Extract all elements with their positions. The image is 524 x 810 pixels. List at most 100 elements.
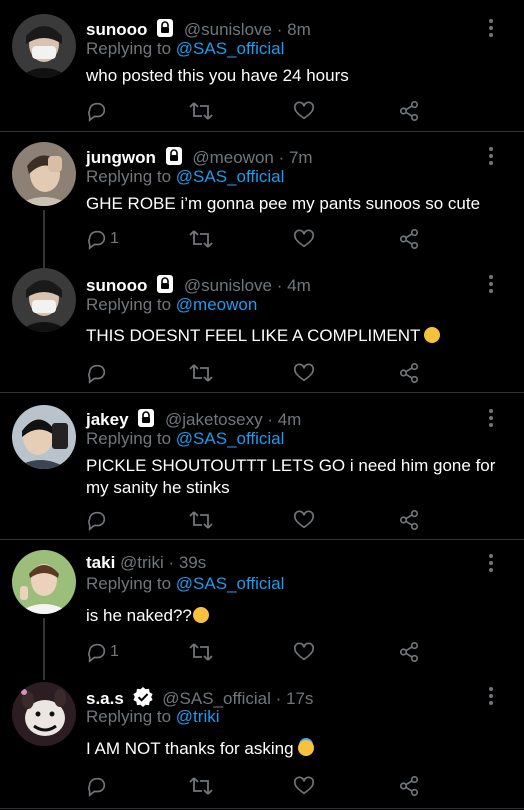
share-icon [399, 642, 419, 662]
avatar-sunooo[interactable] [12, 14, 76, 78]
timestamp[interactable]: · 8m [277, 20, 311, 39]
reply-button[interactable]: 1 [86, 640, 119, 664]
retweet-icon [189, 643, 213, 661]
retweet-button[interactable] [189, 640, 213, 664]
display-name[interactable]: s.a.s [86, 689, 124, 708]
like-button[interactable] [293, 508, 315, 532]
reply-button[interactable] [86, 361, 110, 385]
like-button[interactable] [293, 640, 315, 664]
display-name[interactable]: sunooo [86, 276, 147, 295]
share-button[interactable] [398, 99, 420, 123]
share-icon [399, 776, 419, 796]
replying-to: Replying to @SAS_official [86, 39, 285, 58]
tweet-text: THIS DOESNT FEEL LIKE A COMPLIMENT [86, 326, 421, 345]
more-icon[interactable] [482, 553, 500, 573]
handle[interactable]: @SAS_official [162, 689, 271, 708]
replying-to: Replying to @triki [86, 707, 220, 726]
replying-to-link[interactable]: @SAS_official [176, 167, 285, 186]
tweet-6[interactable]: s.a.s @SAS_official · 17s Replying to @t… [0, 674, 524, 810]
retweet-button[interactable] [189, 227, 213, 251]
tweet-text-row: I AM NOT thanks for asking [86, 738, 506, 760]
action-bar [86, 99, 506, 123]
share-button[interactable] [398, 361, 420, 385]
replying-to: Replying to @SAS_official [86, 429, 285, 448]
handle[interactable]: @jaketosexy [165, 410, 263, 429]
handle[interactable]: @triki [120, 553, 164, 572]
avatar-jakey[interactable] [12, 405, 76, 469]
retweet-icon [189, 777, 213, 795]
reply-button[interactable] [86, 774, 110, 798]
timestamp[interactable]: · 17s [276, 689, 314, 708]
avatar-sas[interactable] [12, 682, 76, 746]
reply-icon [88, 364, 106, 384]
reply-icon [88, 777, 106, 797]
retweet-icon [189, 102, 213, 120]
handle[interactable]: @meowon [192, 148, 274, 167]
tweet-1[interactable]: sunooo @sunislove · 8m Replying to @SAS_… [0, 0, 524, 132]
tweet-text: I AM NOT thanks for asking [86, 739, 294, 758]
handle[interactable]: @sunislove [184, 20, 272, 39]
replying-to: Replying to @SAS_official [86, 167, 285, 186]
tweet-text-row: is he naked?? [86, 605, 506, 627]
heart-icon [294, 776, 314, 795]
reply-button[interactable] [86, 99, 110, 123]
avatar-sunooo[interactable] [12, 268, 76, 332]
tweet-4[interactable]: jakey @jaketosexy · 4m Replying to @SAS_… [0, 393, 524, 539]
tweet-header: taki @triki · 39s [86, 553, 206, 573]
replying-to: Replying to @SAS_official [86, 574, 285, 593]
avatar-jungwon[interactable] [12, 142, 76, 206]
replying-to-link[interactable]: @meowon [176, 295, 258, 314]
replying-to-link[interactable]: @SAS_official [176, 39, 285, 58]
reply-icon [88, 230, 106, 250]
timestamp[interactable]: · 4m [277, 276, 311, 295]
display-name[interactable]: jakey [86, 410, 129, 429]
like-button[interactable] [293, 227, 315, 251]
tweet-text: PICKLE SHOUTOUTTT LETS GO i need him gon… [86, 456, 496, 497]
retweet-icon [189, 364, 213, 382]
more-icon[interactable] [482, 274, 500, 294]
retweet-button[interactable] [189, 508, 213, 532]
timestamp[interactable]: · 39s [168, 553, 206, 572]
replying-to-link[interactable]: @SAS_official [176, 574, 285, 593]
share-button[interactable] [398, 227, 420, 251]
replying-to-link[interactable]: @triki [176, 707, 220, 726]
share-button[interactable] [398, 774, 420, 798]
retweet-button[interactable] [189, 774, 213, 798]
tweet-text: GHE ROBE i’m gonna pee my pants sunoos s… [86, 194, 481, 213]
retweet-button[interactable] [189, 361, 213, 385]
share-icon [399, 510, 419, 530]
avatar-taki[interactable] [12, 550, 76, 614]
divider [0, 808, 524, 809]
action-bar: 1 [86, 640, 506, 664]
share-button[interactable] [398, 508, 420, 532]
more-icon[interactable] [482, 18, 500, 38]
replying-to-link[interactable]: @SAS_official [176, 429, 285, 448]
share-button[interactable] [398, 640, 420, 664]
heart-icon [294, 642, 314, 661]
more-icon[interactable] [482, 408, 500, 428]
more-icon[interactable] [482, 686, 500, 706]
display-name[interactable]: jungwon [86, 148, 156, 167]
heart-icon [294, 510, 314, 529]
tweet-5[interactable]: taki @triki · 39s Replying to @SAS_offic… [0, 540, 524, 680]
handle[interactable]: @sunislove [184, 276, 272, 295]
like-button[interactable] [293, 361, 315, 385]
timestamp[interactable]: · 4m [267, 410, 301, 429]
tweet-text-row: THIS DOESNT FEEL LIKE A COMPLIMENT [86, 325, 506, 347]
display-name[interactable]: sunooo [86, 20, 147, 39]
loudly-crying-emoji-icon [192, 607, 209, 623]
tweet-text: is he naked?? [86, 606, 192, 625]
tweet-3[interactable]: sunooo @sunislove · 4m Replying to @meow… [0, 264, 524, 392]
timestamp[interactable]: · 7m [279, 148, 313, 167]
tweet-2[interactable]: jungwon @meowon · 7m Replying to @SAS_of… [0, 132, 524, 270]
retweet-button[interactable] [189, 99, 213, 123]
like-button[interactable] [293, 774, 315, 798]
reply-button[interactable]: 1 [86, 227, 119, 251]
action-bar [86, 361, 506, 385]
like-button[interactable] [293, 99, 315, 123]
display-name[interactable]: taki [86, 553, 115, 572]
smiling-halo-emoji-icon [297, 740, 314, 756]
reply-button[interactable] [86, 508, 110, 532]
reply-count: 1 [110, 643, 119, 660]
more-icon[interactable] [482, 146, 500, 166]
